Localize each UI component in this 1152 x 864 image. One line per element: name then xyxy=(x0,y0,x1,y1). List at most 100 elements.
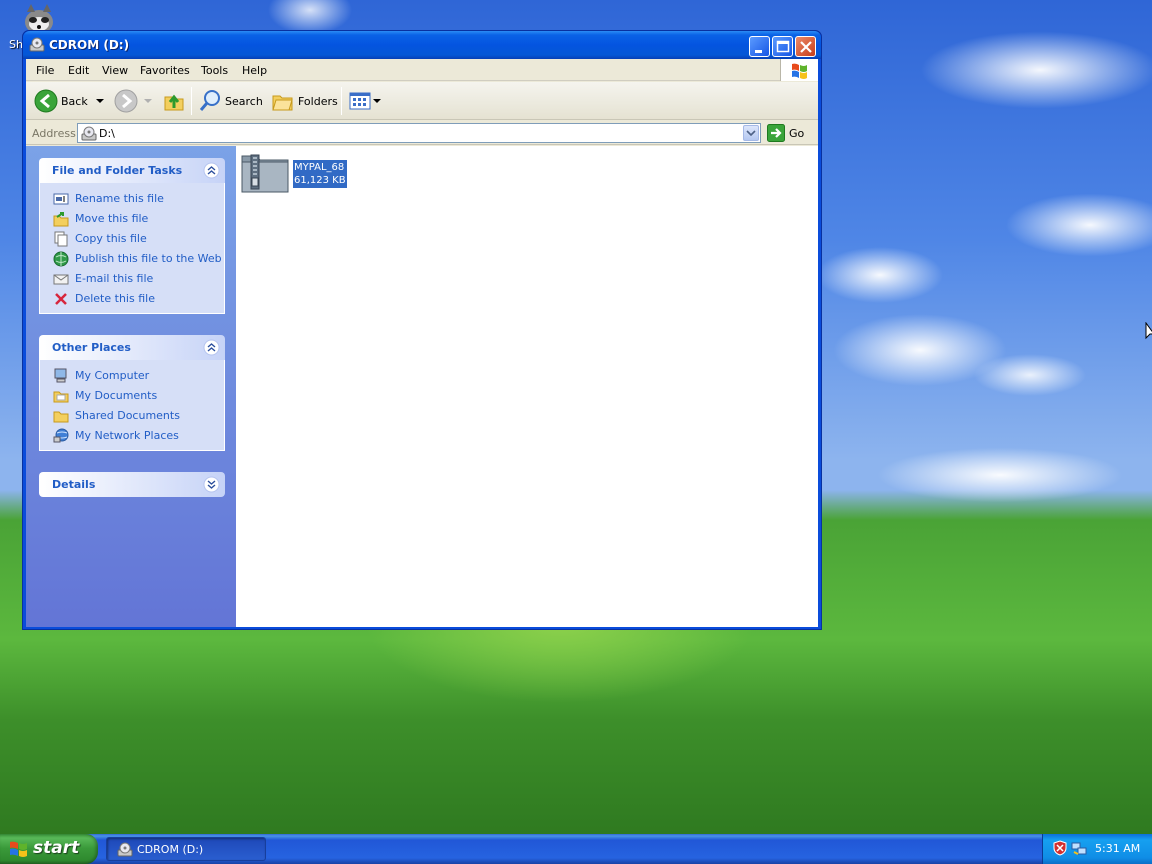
task-label: My Documents xyxy=(75,389,158,402)
explorer-window: CDROM (D:) File Edit View Favorites Tool… xyxy=(22,30,822,630)
zip-archive-icon xyxy=(241,154,289,193)
up-folder-button[interactable] xyxy=(162,88,186,114)
taskbar-window-label: CDROM (D:) xyxy=(137,843,204,856)
panel-title: File and Folder Tasks xyxy=(52,164,183,177)
place-my-documents[interactable]: My Documents xyxy=(40,386,224,406)
task-label: Delete this file xyxy=(75,292,155,305)
details-header[interactable]: Details xyxy=(39,472,225,497)
move-icon xyxy=(53,212,69,227)
task-publish[interactable]: Publish this file to the Web xyxy=(40,249,224,269)
standard-toolbar: Back Search Folders xyxy=(26,82,818,120)
menu-help[interactable]: Help xyxy=(242,64,267,77)
toolbar-separator xyxy=(191,87,192,115)
clock: 5:31 AM xyxy=(1095,842,1141,855)
start-label: start xyxy=(33,838,80,858)
folder-icon xyxy=(53,391,69,403)
chevron-down-icon[interactable] xyxy=(372,96,382,106)
forward-arrow-icon xyxy=(114,89,138,113)
start-button[interactable]: start xyxy=(0,834,98,864)
maximize-icon xyxy=(776,40,790,53)
cd-drive-icon xyxy=(117,842,133,857)
address-input[interactable]: D:\ xyxy=(77,123,761,143)
cd-drive-icon xyxy=(29,37,45,52)
folders-label: Folders xyxy=(298,94,338,108)
address-bar: Address D:\ Go xyxy=(26,121,818,145)
collapse-icon[interactable] xyxy=(203,339,220,356)
task-label: Copy this file xyxy=(75,232,147,245)
go-arrow-icon xyxy=(767,124,785,142)
title-bar[interactable]: CDROM (D:) xyxy=(23,31,821,59)
chevron-down-icon[interactable] xyxy=(142,96,154,106)
file-folder-tasks-header[interactable]: File and Folder Tasks xyxy=(39,158,225,183)
task-move[interactable]: Move this file xyxy=(40,209,224,229)
back-label: Back xyxy=(61,94,88,108)
folder-icon xyxy=(53,411,69,423)
panel-title: Other Places xyxy=(52,341,131,354)
details-panel: Details xyxy=(39,472,225,497)
other-places-header[interactable]: Other Places xyxy=(39,335,225,360)
file-list-view[interactable]: MYPAL_68 61,123 KB xyxy=(236,146,818,627)
go-label: Go xyxy=(789,126,805,140)
windows-flag-icon xyxy=(10,841,27,857)
copy-icon xyxy=(54,231,68,247)
address-value: D:\ xyxy=(99,127,115,140)
toolbar-separator xyxy=(341,87,342,115)
menu-favorites[interactable]: Favorites xyxy=(140,64,190,77)
close-button[interactable] xyxy=(795,36,816,57)
minimize-icon xyxy=(755,50,762,53)
task-label: Publish this file to the Web xyxy=(75,252,222,265)
folders-icon xyxy=(272,95,293,111)
rename-icon xyxy=(53,193,69,205)
mouse-cursor-icon xyxy=(1145,322,1152,340)
menu-edit[interactable]: Edit xyxy=(68,64,89,77)
place-my-network[interactable]: My Network Places xyxy=(40,426,224,446)
taskbar-window-button[interactable]: CDROM (D:) xyxy=(106,837,266,861)
my-computer-icon xyxy=(54,368,67,383)
panel-title: Details xyxy=(52,478,96,491)
menu-file[interactable]: File xyxy=(36,64,54,77)
chevron-down-icon xyxy=(746,130,756,137)
task-label: My Network Places xyxy=(75,429,179,442)
search-label: Search xyxy=(225,94,263,108)
search-button[interactable]: Search xyxy=(198,88,263,114)
cd-drive-icon xyxy=(81,126,97,141)
task-label: E-mail this file xyxy=(75,272,154,285)
back-button[interactable]: Back xyxy=(34,88,106,114)
address-label: Address xyxy=(32,127,76,140)
desktop-shortcut-label[interactable]: Sh xyxy=(9,38,23,51)
close-icon xyxy=(800,41,812,53)
task-label: My Computer xyxy=(75,369,150,382)
task-email[interactable]: E-mail this file xyxy=(40,269,224,289)
task-pane: File and Folder Tasks Rename this file M… xyxy=(26,146,236,627)
taskbar: start CDROM (D:) 5:31 AM xyxy=(0,834,1152,864)
windows-logo-box xyxy=(780,59,818,81)
go-button[interactable]: Go xyxy=(767,123,804,143)
place-my-computer[interactable]: My Computer xyxy=(40,366,224,386)
collapse-icon[interactable] xyxy=(203,162,220,179)
task-delete[interactable]: Delete this file xyxy=(40,289,224,309)
views-button[interactable] xyxy=(348,88,382,114)
chevron-down-icon[interactable] xyxy=(94,96,106,106)
maximize-button[interactable] xyxy=(772,36,793,57)
task-label: Shared Documents xyxy=(75,409,180,422)
other-places-body: My Computer My Documents Shared Document… xyxy=(39,360,225,451)
address-dropdown-button[interactable] xyxy=(743,125,759,141)
other-places-panel: Other Places My Computer My Documents Sh… xyxy=(39,335,225,451)
folders-button[interactable]: Folders xyxy=(271,88,338,114)
forward-button[interactable] xyxy=(114,88,154,114)
menu-view[interactable]: View xyxy=(102,64,128,77)
security-shield-icon[interactable] xyxy=(1052,840,1068,856)
place-shared-documents[interactable]: Shared Documents xyxy=(40,406,224,426)
network-icon xyxy=(53,428,69,443)
up-folder-icon xyxy=(164,94,184,111)
network-status-icon[interactable] xyxy=(1071,840,1087,856)
task-copy[interactable]: Copy this file xyxy=(40,229,224,249)
task-label: Rename this file xyxy=(75,192,164,205)
minimize-button[interactable] xyxy=(749,36,770,57)
task-rename[interactable]: Rename this file xyxy=(40,189,224,209)
menu-tools[interactable]: Tools xyxy=(201,64,228,77)
delete-icon xyxy=(55,293,67,305)
expand-icon[interactable] xyxy=(203,476,220,493)
file-size: 61,123 KB xyxy=(294,175,346,186)
file-folder-tasks-panel: File and Folder Tasks Rename this file M… xyxy=(39,158,225,314)
